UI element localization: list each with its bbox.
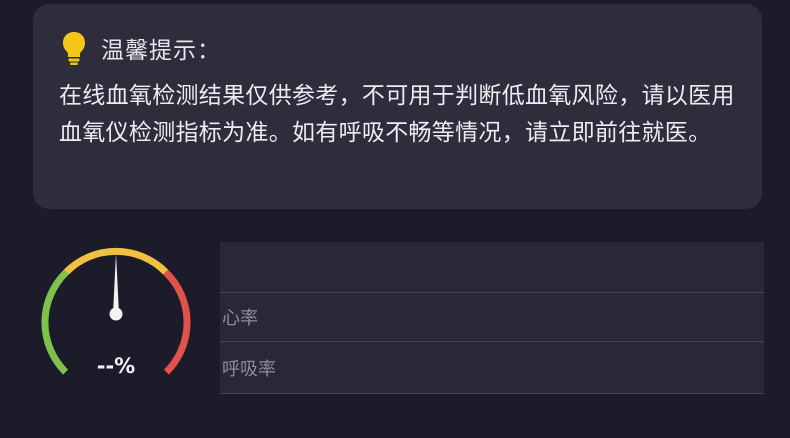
spo2-gauge: --% [41, 247, 191, 378]
lightbulb-icon [63, 32, 85, 65]
gauge-arc-high [163, 269, 191, 375]
gauge-needle [113, 253, 119, 314]
gauge-value: --% [97, 354, 135, 378]
heart-rate-label: 心率 [222, 308, 258, 329]
respiration-rate-label: 呼吸率 [222, 358, 276, 380]
tip-header: 温馨提示： [61, 30, 221, 66]
tip-body-text: 在线血氧检测结果仅供参考，不可用于判断低血氧风险，请以医用血氧仪检测指标为准。如… [59, 83, 735, 146]
tip-title: 温馨提示： [101, 38, 221, 64]
metric-row-respiration-rate: 呼吸率 [220, 342, 764, 394]
gauge-arc-low [41, 269, 69, 375]
metrics-panel: 心率 呼吸率 [220, 242, 764, 394]
gauge-needle-hub [109, 307, 123, 321]
metric-row [220, 242, 764, 293]
metric-row-heart-rate: 心率 [220, 293, 764, 342]
tip-card: 温馨提示： 在线血氧检测结果仅供参考，不可用于判断低血氧风险，请以医用血氧仪检测… [33, 4, 762, 209]
